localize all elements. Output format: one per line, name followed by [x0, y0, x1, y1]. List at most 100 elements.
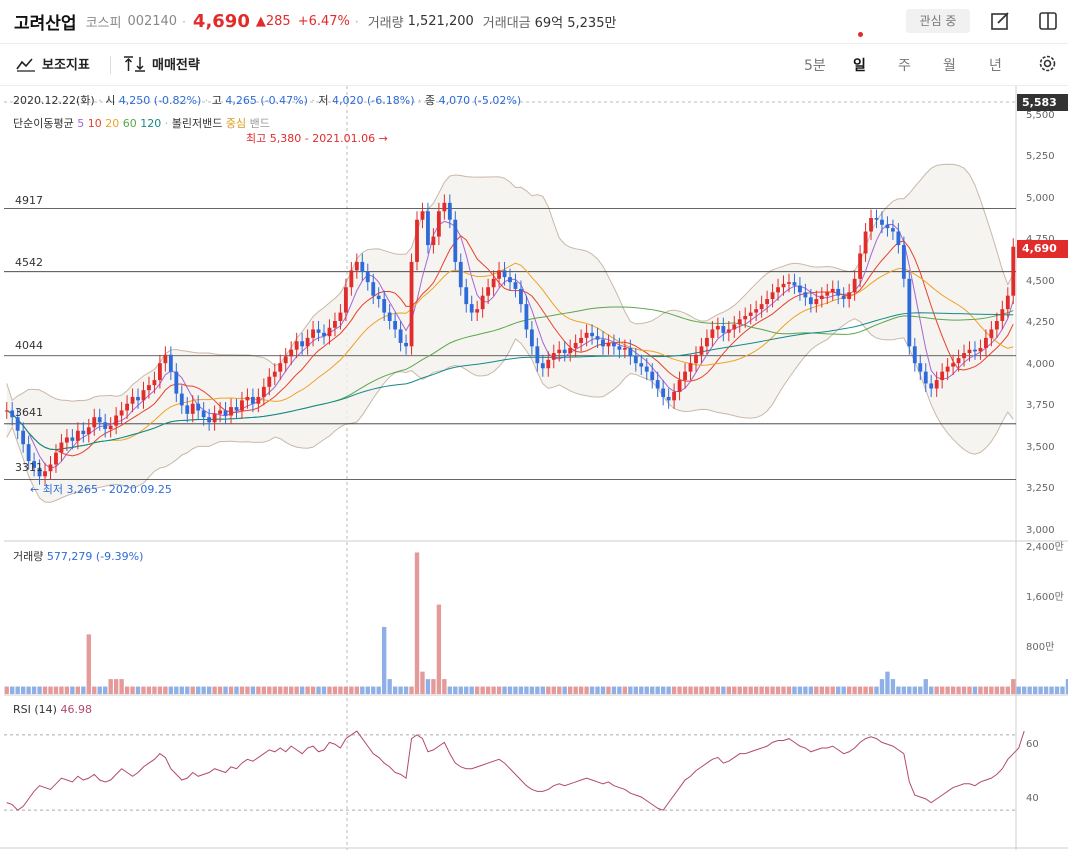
volume-bar	[896, 686, 901, 694]
candle-body	[360, 261, 365, 273]
candle-body	[218, 410, 222, 414]
volume-bar	[764, 686, 770, 694]
volume-bar	[371, 686, 376, 694]
candle-body	[250, 396, 255, 404]
candle-body	[486, 287, 491, 296]
volume-bar	[267, 686, 272, 694]
ohlc-date: 2020.12.22(화)	[13, 94, 95, 107]
strategy-button[interactable]: 매매전략	[124, 54, 200, 73]
candle-body	[765, 299, 770, 305]
price-change-value: 285	[265, 14, 291, 29]
price-chart[interactable]	[0, 86, 1068, 850]
volume-tick: 1,600만	[1026, 592, 1064, 603]
candle-body	[612, 342, 616, 347]
settings-icon[interactable]	[1037, 53, 1058, 74]
volume-bar	[217, 686, 223, 694]
period-year[interactable]: 년	[989, 55, 1002, 75]
volume-bar	[414, 552, 420, 694]
candle-body	[923, 371, 928, 384]
volume-bar	[135, 686, 141, 694]
volume-bar	[496, 686, 502, 694]
edit-icon[interactable]	[990, 11, 1010, 31]
candle-body	[261, 386, 266, 397]
volume-bar	[185, 686, 190, 694]
candle-body	[130, 396, 135, 404]
volume-value: 1,521,200	[407, 14, 474, 29]
rsi-line	[6, 730, 1025, 811]
candle-body	[387, 312, 392, 321]
candle-body	[442, 202, 447, 212]
candle-body	[497, 270, 501, 279]
volume-bar	[174, 686, 179, 694]
candle-body	[75, 430, 80, 441]
volume-bar	[1049, 686, 1054, 694]
candle-body	[666, 396, 671, 401]
period-5min[interactable]: 5분	[804, 55, 826, 75]
candle-body	[15, 417, 20, 431]
candle-body	[814, 299, 819, 305]
candle-body	[480, 295, 485, 310]
candle-body	[579, 337, 584, 343]
volume-bar	[168, 686, 174, 694]
volume-bar	[868, 686, 874, 694]
panel-icon[interactable]	[1038, 11, 1058, 31]
candle-body	[272, 371, 277, 377]
period-week[interactable]: 주	[898, 55, 911, 75]
indicator-label: 보조지표	[42, 58, 90, 73]
period-month[interactable]: 월	[943, 55, 956, 75]
candle-body	[683, 371, 687, 381]
volume-bar	[256, 686, 261, 694]
volume-bar	[464, 686, 469, 694]
period-day[interactable]: 일	[853, 55, 866, 75]
volume-bar	[163, 686, 168, 694]
volume-tick: 800만	[1026, 642, 1055, 653]
volume-bar	[830, 686, 835, 694]
indicator-button[interactable]: 보조지표	[16, 54, 90, 73]
candle-body	[229, 407, 233, 416]
volume-bar	[671, 686, 677, 694]
bb-label: 볼린저밴드	[171, 117, 223, 130]
hline-label: 4044	[15, 339, 43, 352]
volume-bar	[403, 686, 409, 694]
volume-bar	[305, 686, 310, 694]
candle-body	[710, 329, 715, 338]
volume-bar	[775, 686, 781, 694]
candle-body	[644, 366, 649, 372]
candle-body	[688, 363, 693, 372]
volume-bar	[392, 686, 398, 694]
favorite-button[interactable]: 관심 중	[906, 9, 970, 33]
candle-body	[540, 363, 545, 369]
candle-body	[43, 471, 47, 477]
volume-bar	[578, 686, 584, 694]
candle-body	[983, 337, 988, 349]
candle-body	[891, 228, 895, 232]
candle-body	[201, 410, 206, 418]
candle-body	[978, 348, 983, 352]
indicator-icon	[16, 57, 35, 72]
volume-bar	[836, 686, 841, 694]
candle-body	[901, 245, 906, 279]
candle-body	[316, 329, 321, 333]
volume-bar	[212, 686, 217, 694]
volume-bar	[808, 686, 814, 694]
stock-name: 고려산업	[14, 14, 77, 34]
volume-legend-value: 577,279 (-9.39%)	[46, 550, 144, 563]
volume-bar	[152, 686, 157, 694]
volume-bar	[283, 686, 288, 694]
volume-bar	[595, 686, 600, 694]
volume-bar	[1011, 679, 1016, 694]
candle-body	[502, 270, 507, 278]
ma5-label: 5	[77, 117, 85, 130]
candle-body	[157, 363, 162, 381]
volume-bar	[387, 679, 392, 694]
volume-bar	[945, 686, 950, 694]
candle-body	[207, 417, 212, 423]
candle-body	[86, 427, 91, 435]
volume-bar	[206, 686, 212, 694]
candle-body	[907, 278, 912, 347]
volume-bar	[10, 686, 15, 694]
volume-bar	[398, 686, 403, 694]
candle-body	[973, 349, 977, 352]
candle-body	[398, 329, 403, 343]
volume-bar	[567, 686, 573, 694]
